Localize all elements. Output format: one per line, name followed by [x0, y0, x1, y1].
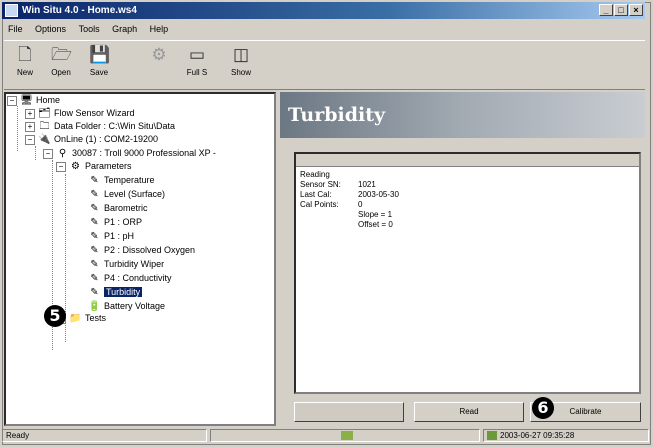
- show-button[interactable]: ◫ Show: [226, 45, 256, 77]
- wizard-icon: 🗂: [38, 108, 51, 119]
- cal-points-value: 0: [358, 200, 363, 209]
- full-screen-icon: ▭: [188, 45, 206, 64]
- menu-file[interactable]: File: [8, 24, 23, 34]
- full-screen-button[interactable]: ▭ Full S: [182, 45, 212, 77]
- sensor-icon: ✎: [90, 273, 99, 284]
- tests-icon: 📁: [69, 313, 82, 324]
- tree-item-online[interactable]: 🔌 OnLine (1) : COM2-19200: [38, 133, 158, 146]
- sensor-icon: ✎: [90, 231, 99, 242]
- menu-graph[interactable]: Graph: [112, 24, 137, 34]
- last-cal-value: 2003-05-30: [358, 190, 399, 199]
- tree-item-turbidity[interactable]: ✎ Turbidity: [88, 286, 143, 299]
- open-label: Open: [51, 68, 71, 77]
- menu-options[interactable]: Options: [35, 24, 66, 34]
- status-datetime: 2003-06-27 09:35:28: [500, 431, 575, 440]
- menu-help[interactable]: Help: [150, 24, 169, 34]
- show-label: Show: [230, 68, 251, 77]
- save-icon: 💾: [89, 45, 111, 64]
- status-text: Ready: [2, 429, 207, 442]
- folder-icon: 🗀: [39, 121, 50, 132]
- sensor-icon: ✎: [90, 287, 99, 298]
- read-button[interactable]: Read: [414, 402, 524, 422]
- tree-item-dissolved-oxygen[interactable]: ✎ P2 : Dissolved Oxygen: [88, 244, 195, 257]
- sensor-icon: ✎: [90, 245, 99, 256]
- navigation-tree: − 🖥 Home + 🗂 Flow Sensor Wizard + 🗀 Data Fo…: [4, 92, 276, 426]
- disabled-tool-icon: ⚙: [151, 45, 167, 64]
- toolbar: 🗋 New 🗁 Open 💾 Save ⚙ ▭ Full S ◫ Show: [4, 40, 645, 90]
- title-bar: Win Situ 4.0 - Home.ws4 _ □ ×: [2, 2, 645, 19]
- sensor-icon: ✎: [90, 217, 99, 228]
- readout-header: [296, 154, 639, 167]
- save-label: Save: [89, 68, 109, 77]
- probe-icon: ⚲: [58, 148, 67, 159]
- status-bar: Ready 2003-06-27 09:35:28: [2, 428, 651, 443]
- close-button[interactable]: ×: [629, 4, 643, 16]
- parameters-icon: ⚙: [71, 161, 80, 172]
- full-screen-label: Full S: [186, 68, 208, 77]
- slope-value: Slope = 1: [358, 210, 393, 219]
- sensor-icon: ✎: [90, 175, 99, 186]
- connection-status-icon: [340, 431, 353, 440]
- offset-value: Offset = 0: [358, 220, 393, 229]
- sensor-sn-value: 1021: [358, 180, 376, 189]
- status-datetime-panel: 2003-06-27 09:35:28: [483, 429, 649, 442]
- reading-label: Reading: [300, 170, 330, 179]
- tree-item-barometric[interactable]: ✎ Barometric: [88, 202, 147, 215]
- tree-guide-line: [35, 146, 36, 160]
- new-icon: 🗋: [18, 45, 32, 64]
- expand-data-folder-toggle[interactable]: +: [25, 122, 35, 132]
- minimize-button[interactable]: _: [599, 4, 613, 16]
- new-button[interactable]: 🗋 New: [10, 45, 40, 77]
- new-label: New: [16, 68, 33, 77]
- save-button[interactable]: 💾 Save: [84, 45, 114, 77]
- disabled-button: [294, 402, 404, 422]
- maximize-button[interactable]: □: [614, 4, 628, 16]
- open-icon: 🗁: [51, 45, 73, 64]
- tree-item-temperature[interactable]: ✎ Temperature: [88, 174, 154, 187]
- tree-item-tests[interactable]: 📁 Tests: [69, 312, 106, 325]
- status-indicator: [210, 429, 480, 442]
- readout-panel: Reading Sensor SN: 1021 Last Cal: 2003-0…: [294, 152, 641, 394]
- calendar-icon: [487, 431, 497, 441]
- app-icon: [5, 4, 18, 17]
- disabled-tool-button: ⚙: [144, 45, 174, 68]
- tree-item-device[interactable]: ⚲ 30087 : Troll 9000 Professional XP -: [56, 147, 216, 160]
- parameter-banner: Turbidity: [280, 92, 645, 138]
- collapse-home-toggle[interactable]: −: [7, 96, 17, 106]
- tree-item-level[interactable]: ✎ Level (Surface): [88, 188, 165, 201]
- callout-6: 6: [532, 397, 554, 419]
- collapse-online-toggle[interactable]: −: [25, 135, 35, 145]
- tree-guide-line: [17, 106, 18, 151]
- tree-item-orp[interactable]: ✎ P1 : ORP: [88, 216, 142, 229]
- collapse-parameters-toggle[interactable]: −: [56, 162, 66, 172]
- menu-tools[interactable]: Tools: [79, 24, 100, 34]
- sensor-icon: ✎: [90, 189, 99, 200]
- last-cal-label: Last Cal:: [300, 190, 332, 199]
- callout-5: 5: [44, 305, 66, 327]
- sensor-icon: ✎: [90, 259, 99, 270]
- tree-item-parameters[interactable]: ⚙ Parameters: [69, 160, 132, 173]
- detail-pane: Turbidity Reading Sensor SN: 1021 Last C…: [280, 92, 645, 426]
- home-icon: 🖥: [20, 95, 33, 106]
- show-icon: ◫: [232, 45, 250, 64]
- tree-item-turbidity-wiper[interactable]: ✎ Turbidity Wiper: [88, 258, 164, 271]
- cal-points-label: Cal Points:: [300, 200, 339, 209]
- menu-bar: File Options Tools Graph Help: [4, 21, 174, 37]
- collapse-device-toggle[interactable]: −: [43, 149, 53, 159]
- sensor-icon: ✎: [90, 203, 99, 214]
- tree-item-data-folder[interactable]: 🗀 Data Folder : C:\Win Situ\Data: [38, 120, 176, 133]
- expand-flow-wizard-toggle[interactable]: +: [25, 109, 35, 119]
- open-button[interactable]: 🗁 Open: [46, 45, 76, 77]
- tree-item-ph[interactable]: ✎ P1 : pH: [88, 230, 134, 243]
- window-title: Win Situ 4.0 - Home.ws4: [22, 5, 137, 16]
- tree-item-conductivity[interactable]: ✎ P4 : Conductivity: [88, 272, 171, 285]
- sensor-sn-label: Sensor SN:: [300, 180, 341, 189]
- tree-item-home[interactable]: 🖥 Home: [20, 94, 60, 107]
- connection-icon: 🔌: [38, 134, 51, 145]
- tree-item-flow-sensor-wizard[interactable]: 🗂 Flow Sensor Wizard: [38, 107, 134, 120]
